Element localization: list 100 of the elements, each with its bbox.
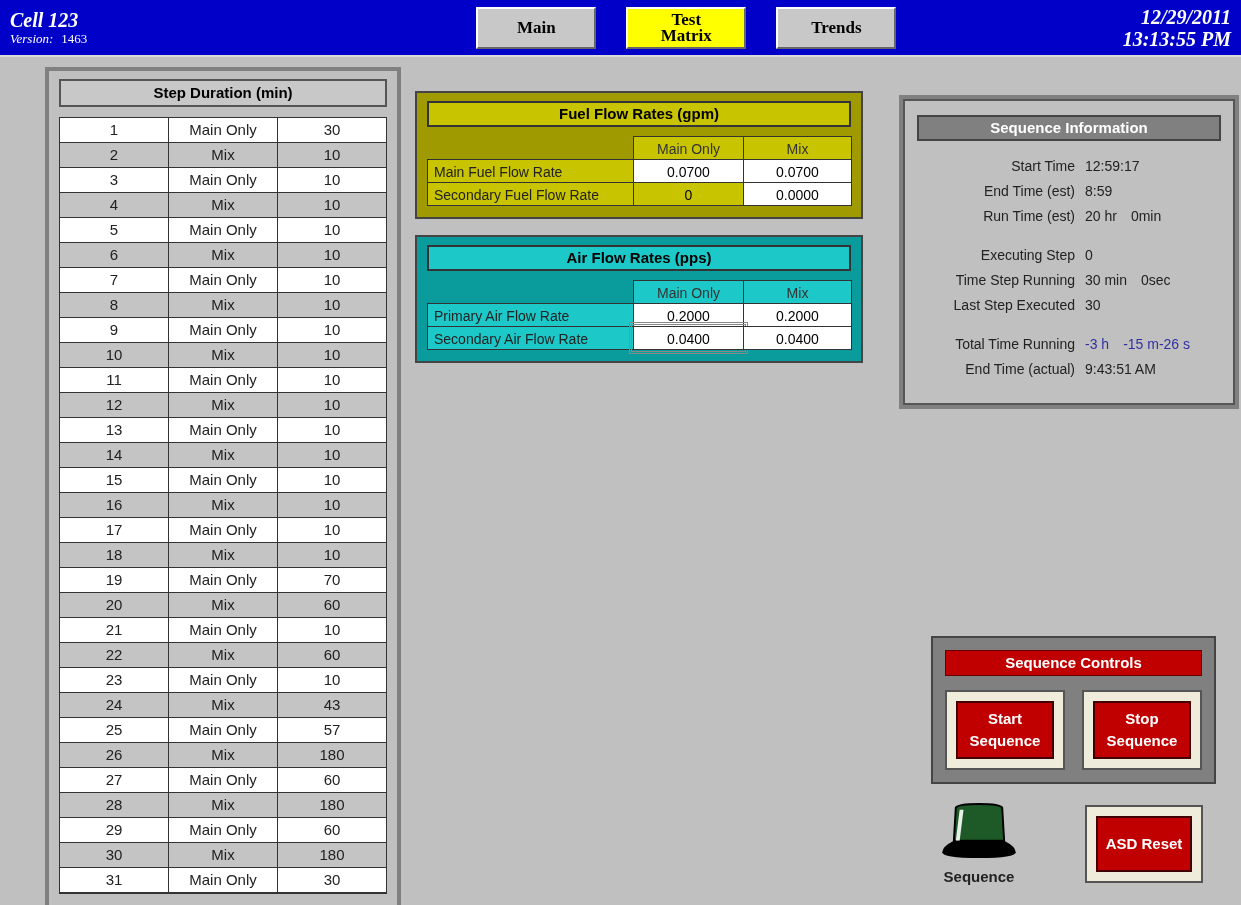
info-value: 0min [1130,207,1162,224]
step-mode-cell[interactable]: Main Only [169,568,278,592]
panel-title: Air Flow Rates (pps) [427,245,851,271]
step-mode-cell[interactable]: Mix [169,193,278,217]
step-minutes-cell[interactable]: 180 [278,793,386,817]
step-mode-cell[interactable]: Mix [169,143,278,167]
step-mode-cell[interactable]: Mix [169,343,278,367]
step-minutes-cell[interactable]: 10 [278,618,386,642]
step-number-cell: 30 [60,843,169,867]
info-value: 8:59 [1085,182,1113,199]
info-value: -3 h [1085,335,1110,352]
step-mode-cell[interactable]: Main Only [169,518,278,542]
step-mode-cell[interactable]: Main Only [169,168,278,192]
step-minutes-cell[interactable]: 10 [278,393,386,417]
step-mode-cell[interactable]: Mix [169,543,278,567]
value-field[interactable]: 0.0000 [743,182,852,206]
sequence-button[interactable]: Stop Sequence [1093,701,1191,759]
step-minutes-cell[interactable]: 60 [278,593,386,617]
step-minutes-cell[interactable]: 10 [278,268,386,292]
step-minutes-cell[interactable]: 57 [278,718,386,742]
step-mode-cell[interactable]: Main Only [169,418,278,442]
info-value: 30 [1085,296,1101,313]
step-number-cell: 29 [60,818,169,842]
step-minutes-cell[interactable]: 10 [278,668,386,692]
panel-title: Sequence Information [917,115,1221,141]
version-number: 1463 [61,30,88,47]
value-field[interactable]: 0.0700 [743,159,852,183]
step-minutes-cell[interactable]: 10 [278,493,386,517]
step-mode-cell[interactable]: Main Only [169,468,278,492]
column-header: Main Only [633,136,744,160]
value-field[interactable]: 0.0400 [743,326,852,350]
step-minutes-cell[interactable]: 30 [278,868,386,892]
step-minutes-cell[interactable]: 60 [278,643,386,667]
step-mode-cell[interactable]: Main Only [169,268,278,292]
step-mode-cell[interactable]: Mix [169,493,278,517]
step-number-cell: 31 [60,868,169,892]
step-mode-cell[interactable]: Mix [169,593,278,617]
step-mode-cell[interactable]: Mix [169,693,278,717]
step-mode-cell[interactable]: Main Only [169,118,278,142]
step-minutes-cell[interactable]: 30 [278,118,386,142]
step-minutes-cell[interactable]: 10 [278,143,386,167]
step-minutes-cell[interactable]: 10 [278,443,386,467]
step-mode-cell[interactable]: Main Only [169,318,278,342]
step-mode-cell[interactable]: Mix [169,643,278,667]
step-mode-cell[interactable]: Mix [169,293,278,317]
step-mode-cell[interactable]: Mix [169,443,278,467]
step-minutes-cell[interactable]: 10 [278,243,386,267]
reset-button[interactable]: ASD Reset [1096,815,1192,872]
sequence-button[interactable]: Start Sequence [956,701,1054,759]
column-header: Mix [743,280,852,304]
nav-tab[interactable]: Trends [776,6,897,49]
step-number-cell: 24 [60,693,169,717]
step-mode-cell[interactable]: Main Only [169,368,278,392]
step-minutes-cell[interactable]: 10 [278,293,386,317]
info-value: 9:43:51 AM [1085,360,1156,377]
step-minutes-cell[interactable]: 60 [278,818,386,842]
step-minutes-cell[interactable]: 10 [278,518,386,542]
step-minutes-cell[interactable]: 10 [278,418,386,442]
step-mode-cell[interactable]: Mix [169,793,278,817]
step-mode-cell[interactable]: Main Only [169,718,278,742]
step-number-cell: 4 [60,193,169,217]
step-minutes-cell[interactable]: 70 [278,568,386,592]
panel-title: Sequence Controls [945,650,1202,676]
step-minutes-cell[interactable]: 10 [278,368,386,392]
step-mode-cell[interactable]: Main Only [169,868,278,892]
step-mode-cell[interactable]: Main Only [169,768,278,792]
step-minutes-cell[interactable]: 10 [278,543,386,567]
clock-time: 13:13:55 PM [1122,27,1231,50]
step-mode-cell[interactable]: Mix [169,243,278,267]
step-mode-cell[interactable]: Main Only [169,618,278,642]
step-number-cell: 9 [60,318,169,342]
step-minutes-cell[interactable]: 43 [278,693,386,717]
info-value: 20 hr [1085,207,1117,224]
step-mode-cell[interactable]: Mix [169,743,278,767]
step-mode-cell[interactable]: Main Only [169,218,278,242]
step-number-cell: 22 [60,643,169,667]
step-mode-cell[interactable]: Mix [169,843,278,867]
step-minutes-cell[interactable]: 10 [278,318,386,342]
step-minutes-cell[interactable]: 10 [278,168,386,192]
step-minutes-cell[interactable]: 10 [278,343,386,367]
step-minutes-cell[interactable]: 180 [278,843,386,867]
step-minutes-cell[interactable]: 180 [278,743,386,767]
nav-tab[interactable]: Main [476,6,597,49]
step-mode-cell[interactable]: Main Only [169,818,278,842]
step-number-cell: 23 [60,668,169,692]
nav-tab[interactable]: Test Matrix [626,6,747,49]
info-label: End Time (actual) [964,360,1075,377]
step-minutes-cell[interactable]: 10 [278,468,386,492]
value-field[interactable]: 0.2000 [633,303,744,327]
step-minutes-cell[interactable]: 60 [278,768,386,792]
step-number-cell: 1 [60,118,169,142]
step-mode-cell[interactable]: Main Only [169,668,278,692]
step-number-cell: 10 [60,343,169,367]
step-mode-cell[interactable]: Mix [169,393,278,417]
step-minutes-cell[interactable]: 10 [278,193,386,217]
step-number-cell: 15 [60,468,169,492]
value-field[interactable]: 0.0700 [633,159,744,183]
step-minutes-cell[interactable]: 10 [278,218,386,242]
value-field[interactable]: 0.2000 [743,303,852,327]
cell-name: Cell 123 [10,8,80,31]
